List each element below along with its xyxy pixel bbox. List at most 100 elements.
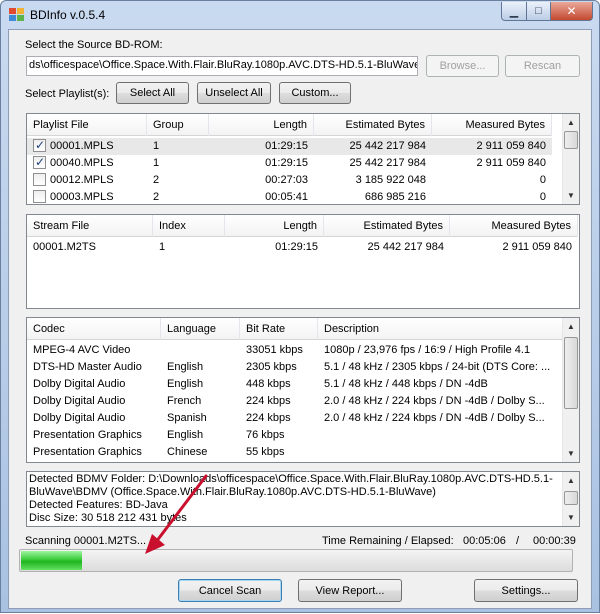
- source-label: Select the Source BD-ROM:: [25, 39, 163, 51]
- window-title: BDInfo v.0.5.4: [30, 8, 106, 22]
- stream-list[interactable]: Stream File Index Length Estimated Bytes…: [26, 214, 580, 309]
- codec-row[interactable]: Dolby Digital Audio English 448 kbps 5.1…: [27, 376, 564, 393]
- playlist-estimated: 686 985 216: [364, 191, 426, 203]
- stream-estimated: 25 442 217 984: [367, 241, 444, 253]
- codec-name: DTS-HD Master Audio: [33, 361, 142, 373]
- codec-row[interactable]: MPEG-4 AVC Video 33051 kbps 1080p / 23,9…: [27, 342, 564, 359]
- playlist-length: 01:29:15: [265, 140, 308, 152]
- codec-name: Presentation Graphics: [33, 429, 142, 441]
- col-playlist-file[interactable]: Playlist File: [27, 114, 147, 136]
- scroll-up-icon[interactable]: ▲: [563, 114, 579, 131]
- col-estimated-bytes[interactable]: Estimated Bytes: [324, 215, 450, 237]
- minimize-button[interactable]: ▁: [501, 2, 527, 21]
- info-line: BluWave\BDMV (Office.Space.With.Flair.Bl…: [29, 486, 436, 498]
- scroll-down-icon[interactable]: ▼: [563, 509, 579, 526]
- custom-button[interactable]: Custom...: [279, 82, 351, 104]
- info-line: Detected Features: BD-Java: [29, 499, 168, 511]
- codec-name: Dolby Digital Audio: [33, 378, 126, 390]
- codec-language: [161, 342, 240, 359]
- codec-row[interactable]: Dolby Digital Audio French 224 kbps 2.0 …: [27, 393, 564, 410]
- col-measured-bytes[interactable]: Measured Bytes: [450, 215, 578, 237]
- time-separator: /: [516, 535, 520, 547]
- playlist-checkbox[interactable]: [33, 138, 46, 154]
- browse-button[interactable]: Browse...: [426, 55, 499, 77]
- scroll-up-icon[interactable]: ▲: [563, 472, 579, 489]
- codec-language: Chinese: [167, 446, 208, 458]
- codec-bitrate: 2305 kbps: [246, 361, 297, 373]
- codec-scrollbar[interactable]: ▲ ▼: [562, 318, 579, 462]
- codec-description: 1080p / 23,976 fps / 16:9 / High Profile…: [324, 344, 531, 356]
- close-icon: ✕: [566, 4, 577, 18]
- codec-description: 5.1 / 48 kHz / 2305 kbps / 24-bit (DTS C…: [324, 361, 551, 373]
- codec-description: 5.1 / 48 kHz / 448 kbps / DN -4dB: [324, 378, 488, 390]
- title-bar[interactable]: BDInfo v.0.5.4 ▁ □ ✕: [1, 1, 599, 29]
- playlist-checkbox[interactable]: [33, 173, 46, 186]
- close-button[interactable]: ✕: [550, 2, 593, 21]
- codec-row[interactable]: Presentation Graphics Chinese 55 kbps: [27, 444, 564, 461]
- playlist-scrollbar[interactable]: ▲ ▼: [562, 114, 579, 204]
- col-codec[interactable]: Codec: [27, 318, 161, 340]
- col-measured-bytes[interactable]: Measured Bytes: [432, 114, 552, 136]
- scroll-down-icon[interactable]: ▼: [563, 187, 579, 204]
- playlist-row[interactable]: 00040.MPLS 1 01:29:15 25 442 217 984 2 9…: [27, 155, 552, 172]
- info-scrollbar[interactable]: ▲ ▼: [562, 472, 579, 526]
- col-estimated-bytes[interactable]: Estimated Bytes: [314, 114, 432, 136]
- rescan-button[interactable]: Rescan: [505, 55, 580, 77]
- stream-row[interactable]: 00001.M2TS 1 01:29:15 25 442 217 984 2 9…: [27, 239, 578, 256]
- app-icon: [9, 8, 24, 22]
- playlist-list[interactable]: Playlist File Group Length Estimated Byt…: [26, 113, 580, 205]
- col-length[interactable]: Length: [209, 114, 314, 136]
- time-label: Time Remaining / Elapsed:: [322, 535, 454, 547]
- scroll-thumb[interactable]: [564, 131, 578, 149]
- col-group[interactable]: Group: [147, 114, 209, 136]
- codec-row[interactable]: DTS-HD Master Audio English 2305 kbps 5.…: [27, 359, 564, 376]
- codec-bitrate: 224 kbps: [246, 395, 291, 407]
- playlist-estimated: 25 442 217 984: [349, 140, 426, 152]
- codec-language: French: [167, 395, 202, 407]
- playlist-header: Playlist File Group Length Estimated Byt…: [27, 114, 552, 136]
- playlist-length: 00:27:03: [265, 174, 308, 186]
- stream-header: Stream File Index Length Estimated Bytes…: [27, 215, 578, 237]
- scroll-thumb[interactable]: [564, 491, 578, 505]
- main-form: Select the Source BD-ROM: ds\officespace…: [8, 29, 592, 609]
- codec-name: Dolby Digital Audio: [33, 395, 126, 407]
- playlist-file: 00001.MPLS: [50, 140, 114, 152]
- scroll-thumb[interactable]: [564, 337, 578, 409]
- playlist-group: 2: [153, 191, 160, 203]
- playlist-length: 01:29:15: [265, 157, 308, 169]
- source-path-input[interactable]: ds\officespace\Office.Space.With.Flair.B…: [26, 56, 418, 76]
- maximize-button[interactable]: □: [526, 2, 551, 21]
- codec-list[interactable]: Codec Language Bit Rate Description MPEG…: [26, 317, 580, 463]
- col-length[interactable]: Length: [225, 215, 324, 237]
- codec-description: 2.0 / 48 kHz / 224 kbps / DN -4dB / Dolb…: [324, 395, 545, 407]
- playlist-row[interactable]: 00012.MPLS 2 00:27:03 3 185 922 048 0: [27, 172, 552, 189]
- scroll-down-icon[interactable]: ▼: [563, 445, 579, 462]
- cancel-scan-button[interactable]: Cancel Scan: [178, 579, 282, 602]
- codec-row[interactable]: Dolby Digital Audio Spanish 224 kbps 2.0…: [27, 410, 564, 427]
- col-index[interactable]: Index: [153, 215, 225, 237]
- scroll-up-icon[interactable]: ▲: [563, 318, 579, 335]
- codec-row[interactable]: Presentation Graphics English 76 kbps: [27, 427, 564, 444]
- info-textbox[interactable]: Detected BDMV Folder: D:\Downloads\offic…: [26, 471, 580, 527]
- settings-button[interactable]: Settings...: [474, 579, 578, 602]
- select-all-button[interactable]: Select All: [116, 82, 189, 104]
- playlist-checkbox[interactable]: [33, 155, 46, 171]
- progress-fill: [21, 551, 82, 570]
- bdinfo-window: BDInfo v.0.5.4 ▁ □ ✕ Select the Source B…: [0, 0, 600, 613]
- col-description[interactable]: Description: [318, 318, 564, 340]
- playlist-checkbox[interactable]: [33, 190, 46, 203]
- view-report-button[interactable]: View Report...: [298, 579, 402, 602]
- playlist-row[interactable]: 00003.MPLS 2 00:05:41 686 985 216 0: [27, 189, 552, 204]
- col-language[interactable]: Language: [161, 318, 240, 340]
- codec-description: 2.0 / 48 kHz / 224 kbps / DN -4dB / Dolb…: [324, 412, 545, 424]
- unselect-all-button[interactable]: Unselect All: [197, 82, 271, 104]
- codec-language: English: [167, 361, 204, 373]
- playlist-measured: 0: [539, 174, 546, 186]
- playlist-row[interactable]: 00001.MPLS 1 01:29:15 25 442 217 984 2 9…: [27, 138, 552, 155]
- codec-name: Presentation Graphics: [33, 446, 142, 458]
- col-bit-rate[interactable]: Bit Rate: [240, 318, 318, 340]
- info-line: Disc Size: 30 518 212 431 bytes: [29, 512, 187, 524]
- codec-language: English: [167, 429, 204, 441]
- col-stream-file[interactable]: Stream File: [27, 215, 153, 237]
- stream-index: 1: [159, 241, 166, 253]
